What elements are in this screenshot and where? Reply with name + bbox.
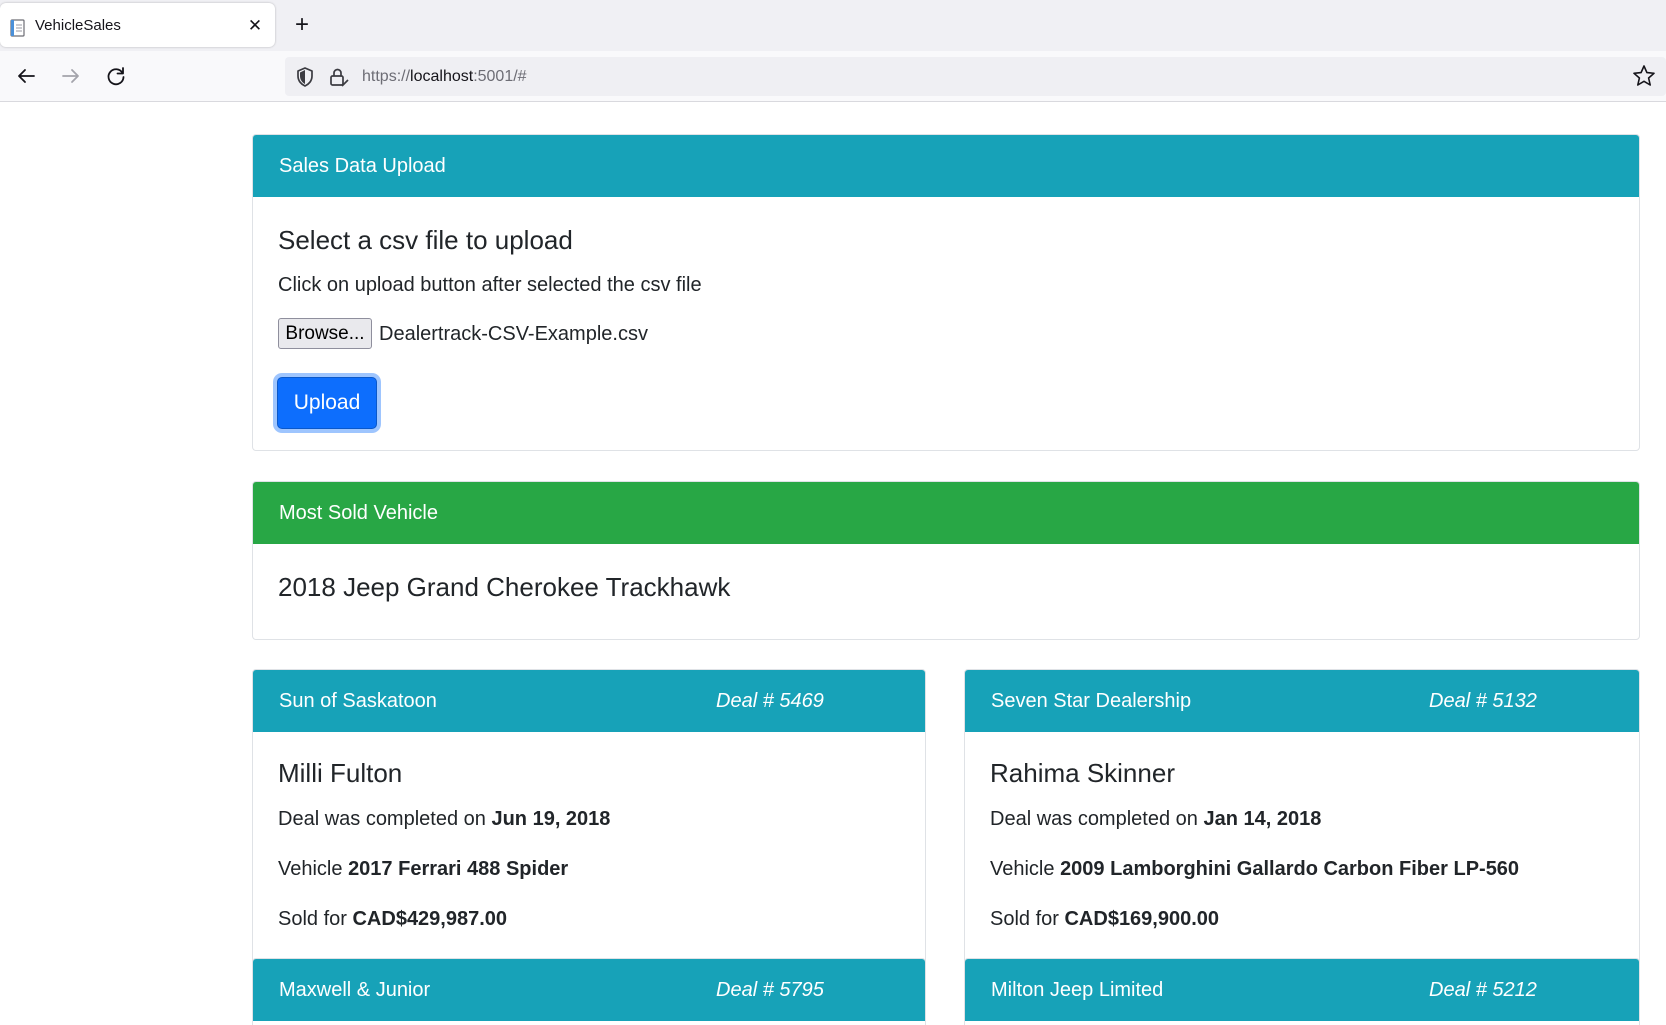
- deal-vehicle-label: Vehicle: [278, 858, 349, 880]
- most-sold-vehicle: 2018 Jeep Grand Cherokee Trackhawk: [278, 572, 731, 602]
- deal-card: Sun of Saskatoon Deal # 5469 Milli Fulto…: [252, 669, 926, 989]
- close-icon[interactable]: ✕: [244, 15, 266, 37]
- deal-price-label: Sold for: [278, 908, 353, 930]
- deal-number: Deal # 5469: [716, 690, 824, 712]
- upload-card-header: Sales Data Upload: [253, 135, 1639, 197]
- navigation-toolbar: https://localhost:5001/#: [0, 51, 1666, 102]
- deal-card: Seven Star Dealership Deal # 5132 Rahima…: [964, 669, 1640, 989]
- shield-icon[interactable]: [294, 66, 316, 88]
- url-scheme: https://: [362, 68, 411, 85]
- deal-price-label: Sold for: [990, 908, 1065, 930]
- deal-card-header: Maxwell & Junior Deal # 5795: [253, 959, 925, 1021]
- deal-card: Milton Jeep Limited Deal # 5212: [964, 958, 1640, 1025]
- document-icon: [10, 19, 25, 37]
- dealership-name: Sun of Saskatoon: [279, 690, 437, 712]
- reload-icon[interactable]: [101, 61, 131, 91]
- deal-date-label: Deal was completed on: [990, 808, 1204, 830]
- deal-price-line: Sold for CAD$429,987.00: [278, 905, 507, 933]
- deal-date: Jun 19, 2018: [491, 808, 611, 830]
- upload-description: Click on upload button after selected th…: [278, 274, 702, 296]
- selected-file-name: Dealertrack-CSV-Example.csv: [379, 323, 648, 345]
- browser-tab[interactable]: VehicleSales ✕: [0, 3, 275, 47]
- tab-bar: VehicleSales ✕ +: [0, 0, 1666, 51]
- upload-button[interactable]: Upload: [277, 377, 377, 429]
- url-path: :5001/#: [473, 68, 527, 85]
- url-host: localhost: [410, 68, 474, 85]
- deal-card-header: Sun of Saskatoon Deal # 5469: [253, 670, 925, 732]
- deal-card: Maxwell & Junior Deal # 5795: [252, 958, 926, 1025]
- deal-vehicle: 2009 Lamborghini Gallardo Carbon Fiber L…: [1060, 858, 1520, 880]
- deal-vehicle-label: Vehicle: [990, 858, 1061, 880]
- deal-price: CAD$429,987.00: [352, 908, 508, 930]
- deal-vehicle-line: Vehicle 2017 Ferrari 488 Spider: [278, 855, 568, 883]
- most-sold-card: Most Sold Vehicle 2018 Jeep Grand Cherok…: [252, 481, 1640, 640]
- upload-card: Sales Data Upload Select a csv file to u…: [252, 134, 1640, 451]
- deal-number: Deal # 5212: [1429, 979, 1537, 1001]
- back-icon[interactable]: [11, 61, 41, 91]
- forward-icon[interactable]: [56, 61, 86, 91]
- star-icon[interactable]: [1631, 63, 1657, 89]
- plus-icon[interactable]: +: [287, 11, 317, 41]
- deal-date: Jan 14, 2018: [1203, 808, 1322, 830]
- most-sold-header: Most Sold Vehicle: [253, 482, 1639, 544]
- deal-date-label: Deal was completed on: [278, 808, 492, 830]
- deal-date-line: Deal was completed on Jun 19, 2018: [278, 805, 610, 833]
- deal-number: Deal # 5132: [1429, 690, 1537, 712]
- dealership-name: Maxwell & Junior: [279, 979, 431, 1001]
- deal-vehicle-line: Vehicle 2009 Lamborghini Gallardo Carbon…: [990, 855, 1519, 883]
- dealership-name: Seven Star Dealership: [991, 690, 1192, 712]
- upload-button-label: Upload: [293, 391, 361, 414]
- dealership-name: Milton Jeep Limited: [991, 979, 1164, 1001]
- address-bar[interactable]: https://localhost:5001/#: [285, 57, 1666, 96]
- deal-card-header: Milton Jeep Limited Deal # 5212: [965, 959, 1639, 1021]
- upload-title: Select a csv file to upload: [278, 225, 573, 255]
- url-text: https://localhost:5001/#: [362, 67, 527, 87]
- deal-card-header: Seven Star Dealership Deal # 5132: [965, 670, 1639, 732]
- tab-title: VehicleSales: [35, 17, 121, 34]
- deal-vehicle: 2017 Ferrari 488 Spider: [348, 858, 569, 880]
- deal-price: CAD$169,900.00: [1064, 908, 1220, 930]
- customer-name: Rahima Skinner: [990, 758, 1175, 788]
- browse-button[interactable]: Browse...: [278, 318, 372, 349]
- deal-price-line: Sold for CAD$169,900.00: [990, 905, 1219, 933]
- deal-number: Deal # 5795: [716, 979, 824, 1001]
- lock-icon[interactable]: [327, 66, 349, 88]
- deal-date-line: Deal was completed on Jan 14, 2018: [990, 805, 1321, 833]
- customer-name: Milli Fulton: [278, 758, 403, 788]
